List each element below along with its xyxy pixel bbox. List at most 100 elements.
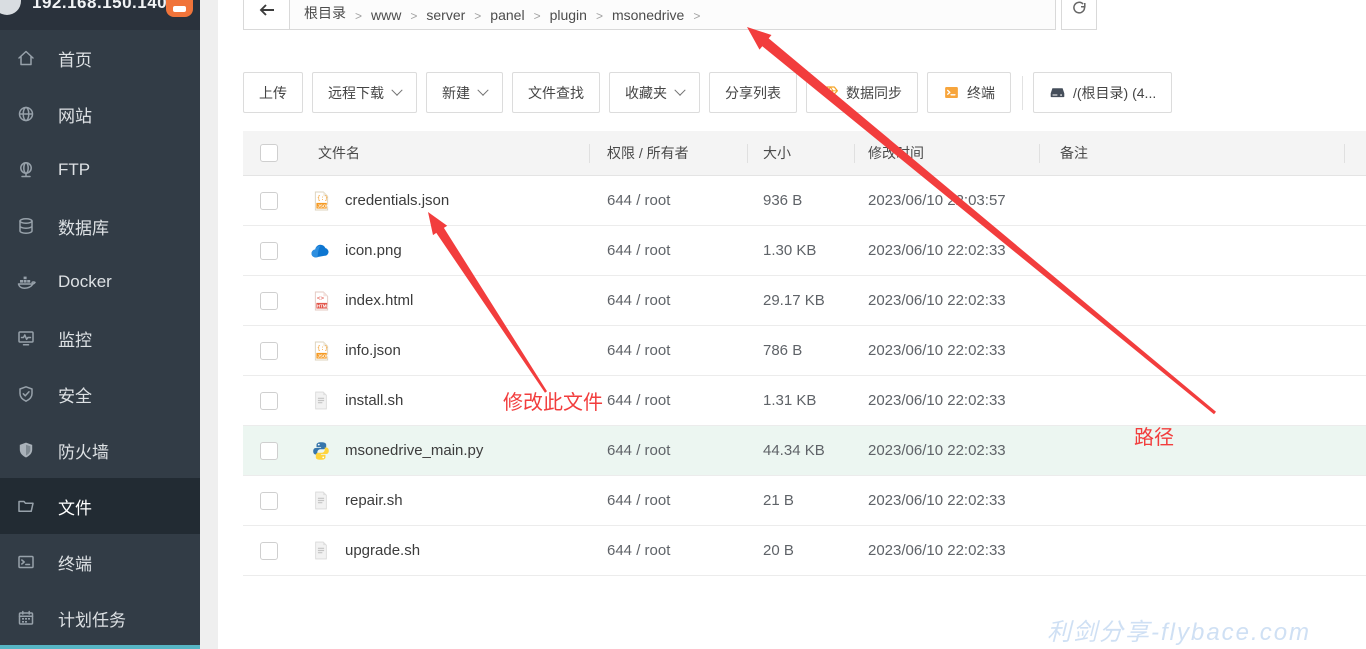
sidebar-item-label: 监控 xyxy=(58,326,92,351)
file-size: 1.30 KB xyxy=(748,242,855,259)
file-permission: 644 / root xyxy=(590,392,748,409)
table-row: <>HTML index.html 644 / root 29.17 KB 20… xyxy=(243,276,1366,326)
file-size: 21 B xyxy=(748,492,855,509)
file-permission: 644 / root xyxy=(590,492,748,509)
breadcrumb-segment[interactable]: server xyxy=(426,7,465,23)
message-badge[interactable] xyxy=(166,0,193,17)
file-mtime: 2023/06/10 22:02:33 xyxy=(855,392,1040,409)
breadcrumb-segment[interactable]: plugin xyxy=(550,7,587,23)
disk-selector-button[interactable]: /(根目录) (4... xyxy=(1033,72,1172,113)
file-size: 44.34 KB xyxy=(748,442,855,459)
sidebar-item-home[interactable]: 首页 xyxy=(0,30,200,86)
svg-text:{:}: {:} xyxy=(316,345,327,352)
file-name[interactable]: info.json xyxy=(345,342,401,359)
file-mtime: 2023/06/10 22:03:57 xyxy=(855,192,1040,209)
terminal-button[interactable]: 终端 xyxy=(927,72,1011,113)
file-size: 29.17 KB xyxy=(748,292,855,309)
sidebar-item-cron[interactable]: 计划任务 xyxy=(0,590,200,646)
breadcrumb-separator: > xyxy=(355,9,362,23)
search-button[interactable]: 文件查找 xyxy=(512,72,600,113)
select-all-checkbox[interactable] xyxy=(260,144,278,162)
button-label: 上传 xyxy=(259,83,287,103)
sidebar-item-label: 数据库 xyxy=(58,214,109,239)
file-name[interactable]: icon.png xyxy=(345,242,402,259)
table-row: msonedrive_main.py 644 / root 44.34 KB 2… xyxy=(243,426,1366,476)
sidebar-item-monitor[interactable]: 监控 xyxy=(0,310,200,366)
button-label: 终端 xyxy=(967,83,995,103)
table-header: 文件名 权限 / 所有者 大小 修改时间 备注 xyxy=(243,131,1366,176)
disk-icon xyxy=(1049,84,1066,101)
row-checkbox[interactable] xyxy=(260,242,278,260)
breadcrumb-separator: > xyxy=(474,9,481,23)
row-checkbox[interactable] xyxy=(260,392,278,410)
file-size: 786 B xyxy=(748,342,855,359)
back-button[interactable] xyxy=(243,0,290,30)
sidebar-item-database[interactable]: 数据库 xyxy=(0,198,200,254)
file-permission: 644 / root xyxy=(590,292,748,309)
file-permission: 644 / root xyxy=(590,442,748,459)
row-checkbox[interactable] xyxy=(260,492,278,510)
chevron-down-icon xyxy=(477,84,488,95)
breadcrumb-segment[interactable]: panel xyxy=(490,7,524,23)
breadcrumb-segment[interactable]: msonedrive xyxy=(612,7,684,23)
content-gutter xyxy=(200,0,218,649)
file-mtime: 2023/06/10 22:02:33 xyxy=(855,542,1040,559)
sidebar-item-label: 防火墙 xyxy=(58,438,109,463)
docker-icon xyxy=(16,272,36,292)
server-ip: 192.168.150.140 xyxy=(32,0,167,13)
sidebar-item-firewall[interactable]: 防火墙 xyxy=(0,422,200,478)
sidebar-item-site[interactable]: 网站 xyxy=(0,86,200,142)
sidebar-item-docker[interactable]: Docker xyxy=(0,254,200,310)
file-name[interactable]: upgrade.sh xyxy=(345,542,420,559)
row-checkbox[interactable] xyxy=(260,542,278,560)
file-name[interactable]: repair.sh xyxy=(345,492,403,509)
sync-button[interactable]: 数据同步 xyxy=(806,72,918,113)
breadcrumb-separator: > xyxy=(534,9,541,23)
sidebar-item-label: 首页 xyxy=(58,46,92,71)
row-checkbox[interactable] xyxy=(260,292,278,310)
sidebar-item-security[interactable]: 安全 xyxy=(0,366,200,422)
row-checkbox[interactable] xyxy=(260,342,278,360)
gem-icon xyxy=(822,84,839,101)
breadcrumb-segment[interactable]: 根目录 xyxy=(304,3,346,23)
file-table: 文件名 权限 / 所有者 大小 修改时间 备注 {:}JSON credenti… xyxy=(243,131,1366,576)
row-checkbox[interactable] xyxy=(260,192,278,210)
file-name[interactable]: index.html xyxy=(345,292,413,309)
upload-button[interactable]: 上传 xyxy=(243,72,303,113)
sidebar-menu: 首页网站 FTP 数据库 Docker 监控安全防火墙文件终端计划任务 xyxy=(0,30,200,646)
file-mtime: 2023/06/10 22:02:33 xyxy=(855,342,1040,359)
sidebar-item-terminal[interactable]: 终端 xyxy=(0,534,200,590)
file-permission: 644 / root xyxy=(590,342,748,359)
favorite-button[interactable]: 收藏夹 xyxy=(609,72,700,113)
json-file-icon: {:}JSON xyxy=(310,190,332,211)
file-name[interactable]: msonedrive_main.py xyxy=(345,442,483,459)
file-mtime: 2023/06/10 22:02:33 xyxy=(855,492,1040,509)
folder-icon xyxy=(16,496,36,516)
file-name[interactable]: credentials.json xyxy=(345,192,449,209)
file-name[interactable]: install.sh xyxy=(345,392,403,409)
ftp-icon xyxy=(16,160,36,180)
sidebar-item-label: 安全 xyxy=(58,382,92,407)
calendar-icon xyxy=(16,608,36,628)
remote-button[interactable]: 远程下载 xyxy=(312,72,417,113)
button-label: 文件查找 xyxy=(528,83,584,103)
column-divider xyxy=(747,144,748,163)
file-size: 1.31 KB xyxy=(748,392,855,409)
sidebar-item-label: 终端 xyxy=(58,550,92,575)
sidebar-item-label: FTP xyxy=(58,160,90,180)
avatar xyxy=(0,0,21,15)
sidebar-item-label: 文件 xyxy=(58,494,92,519)
sidebar-item-files[interactable]: 文件 xyxy=(0,478,200,534)
firewall-icon xyxy=(16,440,36,460)
new-button[interactable]: 新建 xyxy=(426,72,503,113)
breadcrumb-segment[interactable]: www xyxy=(371,7,401,23)
toolbar: 上传 远程下载新建 文件查找 收藏夹 分享列表数据同步 终端 /(根目录) (4... xyxy=(243,72,1181,113)
sidebar: 192.168.150.140 首页网站 FTP 数据库 Docker 监控安全防火墙文… xyxy=(0,0,200,649)
share-button[interactable]: 分享列表 xyxy=(709,72,797,113)
sidebar-item-ftp[interactable]: FTP xyxy=(0,142,200,198)
png-file-icon xyxy=(310,240,332,261)
button-label: 收藏夹 xyxy=(625,83,667,103)
refresh-button[interactable] xyxy=(1061,0,1097,30)
row-checkbox[interactable] xyxy=(260,442,278,460)
monitor-icon xyxy=(16,328,36,348)
